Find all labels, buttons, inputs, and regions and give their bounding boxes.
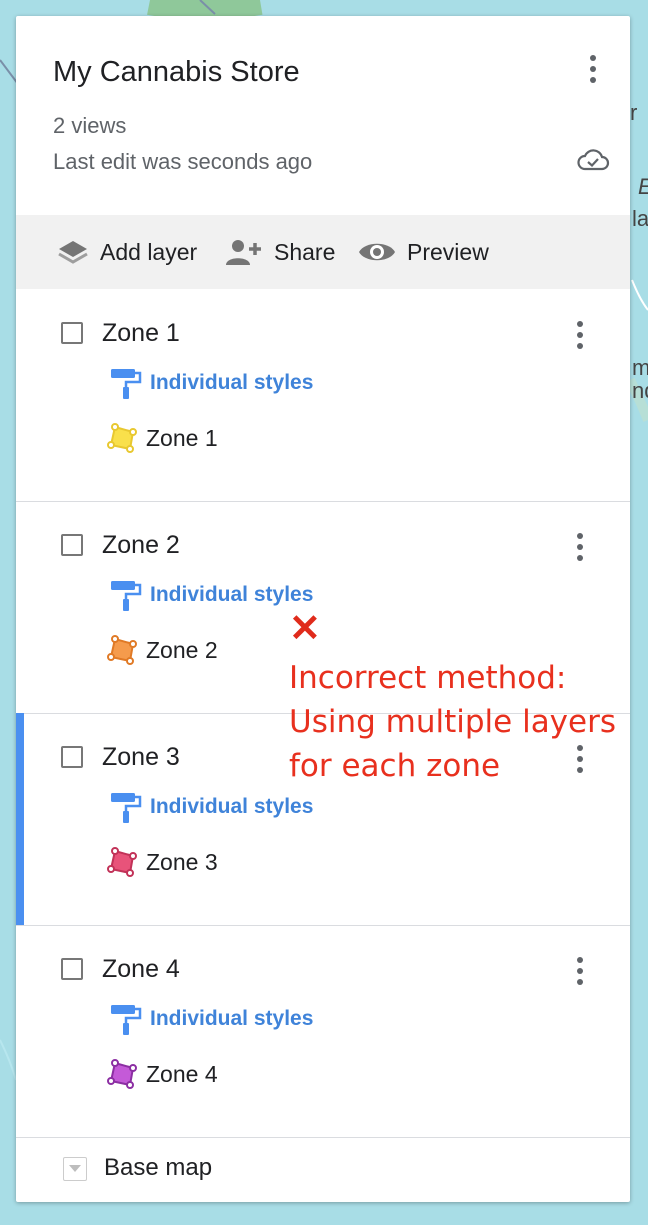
incorrect-mark-icon: ✕ <box>289 608 321 650</box>
map-header: My Cannabis Store 2 views Last edit was … <box>16 16 630 215</box>
annotation-line: Using multiple layers <box>289 704 616 740</box>
style-label: Individual styles <box>150 795 314 818</box>
map-label: E <box>638 174 648 200</box>
feature-item[interactable]: Zone 2 <box>106 634 218 666</box>
add-person-icon <box>226 240 261 265</box>
annotation-text: Incorrect method: Using multiple layers … <box>289 656 629 788</box>
polygon-icon <box>107 847 137 877</box>
layers-panel: My Cannabis Store 2 views Last edit was … <box>16 16 630 1202</box>
layer-options-icon[interactable] <box>566 315 594 355</box>
share-button[interactable]: Share <box>224 215 335 289</box>
map-options-icon[interactable] <box>579 49 607 89</box>
layer-visibility-checkbox[interactable] <box>61 322 83 344</box>
paint-roller-icon <box>111 1005 142 1035</box>
style-selector[interactable]: Individual styles <box>108 365 313 401</box>
preview-button[interactable]: Preview <box>357 215 489 289</box>
style-label: Individual styles <box>150 583 314 606</box>
add-layer-button[interactable]: Add layer <box>56 215 197 289</box>
feature-item[interactable]: Zone 3 <box>106 846 218 878</box>
feature-label: Zone 4 <box>146 1060 218 1087</box>
layer-visibility-checkbox[interactable] <box>61 746 83 768</box>
polygon-icon <box>107 1059 137 1089</box>
base-map-section[interactable]: Base map <box>16 1136 630 1202</box>
paint-roller-icon <box>111 793 142 823</box>
style-label: Individual styles <box>150 1007 314 1030</box>
feature-label: Zone 2 <box>146 636 218 663</box>
style-selector[interactable]: Individual styles <box>108 789 313 825</box>
layer-options-icon[interactable] <box>566 527 594 567</box>
last-edit-status: Last edit was seconds ago <box>53 149 313 174</box>
feature-label: Zone 3 <box>146 848 218 875</box>
layer-zone-4[interactable]: Zone 4 Individual styles Zone 4 <box>16 925 630 1138</box>
view-count: 2 views <box>53 113 127 138</box>
layer-title[interactable]: Zone 3 <box>102 743 180 772</box>
feature-item[interactable]: Zone 4 <box>106 1058 218 1090</box>
base-map-label: Base map <box>104 1154 213 1181</box>
map-label: la <box>632 206 648 231</box>
layer-title[interactable]: Zone 2 <box>102 531 180 560</box>
layer-visibility-checkbox[interactable] <box>61 958 83 980</box>
layer-zone-1[interactable]: Zone 1 Individual styles Zone 1 <box>16 289 630 502</box>
map-label: nd <box>632 378 648 403</box>
layer-title[interactable]: Zone 1 <box>102 319 180 348</box>
expand-arrow-icon[interactable] <box>63 1157 87 1181</box>
paint-roller-icon <box>111 581 142 611</box>
map-label: r <box>630 100 638 125</box>
cloud-saved-icon <box>577 149 610 171</box>
feature-label: Zone 1 <box>146 424 218 451</box>
add-layer-label: Add layer <box>100 238 198 265</box>
annotation-line: for each zone <box>289 748 501 784</box>
share-label: Share <box>274 238 336 265</box>
paint-roller-icon <box>111 369 142 399</box>
feature-item[interactable]: Zone 1 <box>106 422 218 454</box>
annotation-line: Incorrect method: <box>289 660 567 696</box>
style-selector[interactable]: Individual styles <box>108 1001 313 1037</box>
layer-visibility-checkbox[interactable] <box>61 534 83 556</box>
polygon-icon <box>107 635 137 665</box>
eye-icon <box>359 243 395 261</box>
style-selector[interactable]: Individual styles <box>108 577 313 613</box>
map-toolbar: Add layer Share Preview <box>16 215 630 289</box>
layer-title[interactable]: Zone 4 <box>102 955 180 984</box>
preview-label: Preview <box>407 238 489 265</box>
map-title[interactable]: My Cannabis Store <box>53 56 300 89</box>
layers-icon <box>58 241 88 264</box>
style-label: Individual styles <box>150 371 314 394</box>
polygon-icon <box>107 423 137 453</box>
layer-options-icon[interactable] <box>566 951 594 991</box>
